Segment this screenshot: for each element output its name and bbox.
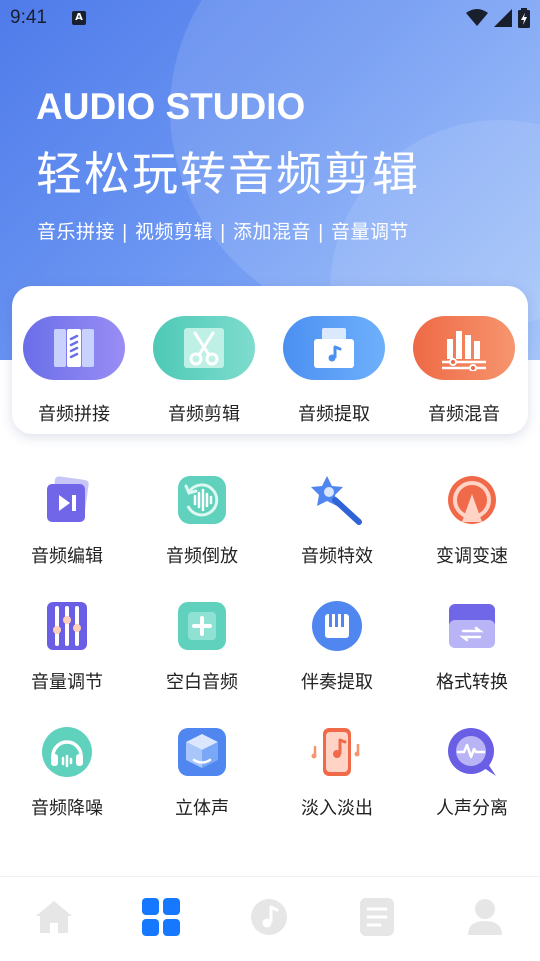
featured-audio-merge[interactable]: 音频拼接 xyxy=(22,316,126,426)
featured-tools-card: 音频拼接 音频剪辑 音频提取 音频混音 xyxy=(12,286,528,434)
music-note-icon xyxy=(251,899,287,935)
tool-label: 音量调节 xyxy=(31,672,103,693)
files-tab[interactable] xyxy=(357,897,397,937)
hero-subtitle: 音乐拼接 | 视频剪辑 | 添加混音 | 音量调节 xyxy=(37,221,409,243)
featured-audio-cut[interactable]: 音频剪辑 xyxy=(152,316,256,426)
tool-accompaniment-extract[interactable]: 伴奏提取 xyxy=(272,596,402,694)
tool-label: 音频特效 xyxy=(301,546,373,567)
tool-stereo[interactable]: 立体声 xyxy=(137,722,267,820)
tool-format-convert[interactable]: 格式转换 xyxy=(407,596,537,694)
tool-label: 立体声 xyxy=(175,798,229,819)
tool-audio-effects[interactable]: 音频特效 xyxy=(272,470,402,568)
tool-noise-reduction[interactable]: 音频降噪 xyxy=(2,722,132,820)
tool-label: 音频编辑 xyxy=(31,546,103,567)
signal-icon xyxy=(494,9,512,27)
voice-separate-icon xyxy=(442,722,502,782)
tool-label: 格式转换 xyxy=(436,672,508,693)
scissors-icon xyxy=(153,316,255,380)
piano-icon xyxy=(307,596,367,656)
hero-title-en: AUDIO STUDIO xyxy=(36,86,306,127)
tool-label: 音频降噪 xyxy=(31,798,103,819)
format-convert-icon xyxy=(442,596,502,656)
wifi-icon xyxy=(466,9,488,26)
fade-music-icon xyxy=(307,722,367,782)
document-icon xyxy=(360,898,394,936)
grid-icon xyxy=(142,898,180,936)
headphones-icon xyxy=(37,722,97,782)
stereo-box-icon xyxy=(172,722,232,782)
status-time: 9:41 xyxy=(10,7,47,28)
tool-audio-reverse[interactable]: 音频倒放 xyxy=(137,470,267,568)
tool-audio-edit[interactable]: 音频编辑 xyxy=(2,470,132,568)
status-bar: 9:41 A xyxy=(0,0,540,38)
tool-volume-adjust[interactable]: 音量调节 xyxy=(2,596,132,694)
featured-audio-extract[interactable]: 音频提取 xyxy=(282,316,386,426)
tools-tab[interactable] xyxy=(141,897,181,937)
tool-label: 空白音频 xyxy=(166,672,238,693)
featured-label: 音频剪辑 xyxy=(168,404,240,425)
featured-audio-mix[interactable]: 音频混音 xyxy=(412,316,516,426)
pitch-speed-icon xyxy=(442,470,502,530)
tool-label: 变调变速 xyxy=(436,546,508,567)
featured-label: 音频拼接 xyxy=(38,404,110,425)
bottom-tab-bar xyxy=(0,876,540,961)
volume-slider-icon xyxy=(37,596,97,656)
tool-label: 淡入淡出 xyxy=(301,798,373,819)
battery-icon xyxy=(518,8,530,28)
user-icon xyxy=(468,899,502,935)
tool-voice-separation[interactable]: 人声分离 xyxy=(407,722,537,820)
profile-tab[interactable] xyxy=(465,897,505,937)
sim-icon: A xyxy=(72,11,86,25)
home-icon xyxy=(36,901,72,933)
home-tab[interactable] xyxy=(34,897,74,937)
blank-audio-icon xyxy=(172,596,232,656)
effects-wand-icon xyxy=(307,470,367,530)
tool-pitch-speed[interactable]: 变调变速 xyxy=(407,470,537,568)
featured-label: 音频提取 xyxy=(298,404,370,425)
audio-edit-icon xyxy=(37,470,97,530)
hero-title-zh: 轻松玩转音频剪辑 xyxy=(36,147,420,201)
featured-label: 音频混音 xyxy=(428,404,500,425)
reverse-icon xyxy=(172,470,232,530)
tool-label: 音频倒放 xyxy=(166,546,238,567)
extract-icon xyxy=(283,316,385,380)
tool-blank-audio[interactable]: 空白音频 xyxy=(137,596,267,694)
tool-label: 人声分离 xyxy=(436,798,508,819)
mixer-icon xyxy=(413,316,515,380)
audio-merge-icon xyxy=(23,316,125,380)
tool-label: 伴奏提取 xyxy=(301,672,373,693)
tool-fade-in-out[interactable]: 淡入淡出 xyxy=(272,722,402,820)
music-tab[interactable] xyxy=(249,897,289,937)
